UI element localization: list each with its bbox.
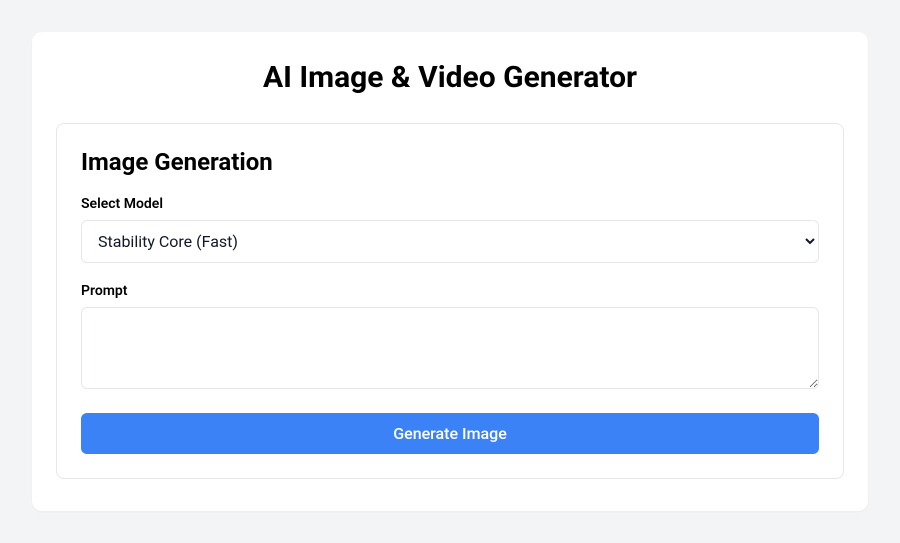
model-form-group: Select Model Stability Core (Fast) — [81, 196, 819, 263]
prompt-form-group: Prompt — [81, 283, 819, 393]
model-select[interactable]: Stability Core (Fast) — [81, 220, 819, 263]
section-title: Image Generation — [81, 148, 819, 176]
main-card: AI Image & Video Generator Image Generat… — [32, 32, 868, 511]
page-title: AI Image & Video Generator — [56, 60, 844, 95]
generate-image-button[interactable]: Generate Image — [81, 413, 819, 454]
prompt-label: Prompt — [81, 283, 819, 299]
prompt-textarea[interactable] — [81, 307, 819, 389]
image-generation-section: Image Generation Select Model Stability … — [56, 123, 844, 479]
page-container: AI Image & Video Generator Image Generat… — [0, 0, 900, 543]
model-label: Select Model — [81, 196, 819, 212]
